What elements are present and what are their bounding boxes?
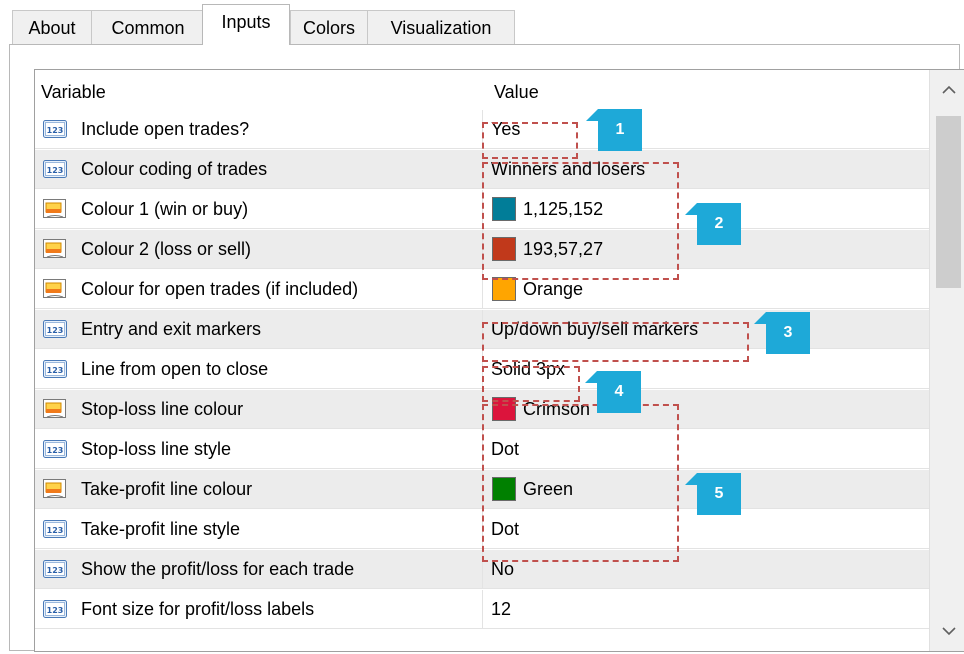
variable-label: Stop-loss line style [81, 439, 232, 459]
highlight-box-1 [482, 122, 578, 159]
grid-header: Variable Value [35, 70, 930, 110]
variable-cell[interactable]: 123 Stop-loss line style [35, 430, 482, 468]
table-row[interactable]: 123 Font size for profit/loss labels 12 [35, 590, 930, 629]
highlight-box-2 [482, 162, 679, 280]
callout-badge-1: 1 [586, 109, 642, 151]
svg-text:123: 123 [47, 126, 64, 135]
highlight-box-5 [482, 404, 679, 562]
scroll-down-icon[interactable] [930, 611, 964, 651]
color-param-icon [43, 478, 67, 500]
number-param-icon: 123 [43, 118, 67, 140]
variable-cell[interactable]: 123 Show the profit/loss for each trade [35, 550, 482, 588]
color-param-icon [43, 398, 67, 420]
scrollbar-thumb[interactable] [936, 116, 961, 288]
number-param-icon: 123 [43, 318, 67, 340]
variable-cell[interactable]: Colour 1 (win or buy) [35, 190, 482, 228]
variable-label: Show the profit/loss for each trade [81, 559, 355, 579]
number-param-icon: 123 [43, 158, 67, 180]
variable-label: Include open trades? [81, 119, 250, 139]
variable-label: Line from open to close [81, 359, 269, 379]
number-param-icon: 123 [43, 438, 67, 460]
column-header-variable[interactable]: Variable [41, 82, 106, 103]
svg-text:123: 123 [47, 606, 64, 615]
color-param-icon [43, 278, 67, 300]
value-text: Orange [523, 279, 584, 299]
variable-label: Font size for profit/loss labels [81, 599, 315, 619]
variable-cell[interactable]: Colour for open trades (if included) [35, 270, 482, 308]
variable-label: Entry and exit markers [81, 319, 262, 339]
value-text: No [491, 559, 515, 579]
svg-text:123: 123 [47, 526, 64, 535]
highlight-box-3 [482, 322, 749, 362]
svg-text:123: 123 [47, 566, 64, 575]
svg-text:123: 123 [47, 366, 64, 375]
variable-cell[interactable]: 123 Take-profit line style [35, 510, 482, 548]
variable-cell[interactable]: 123 Line from open to close [35, 350, 482, 388]
tab-common[interactable]: Common [91, 10, 205, 44]
callout-badge-5: 5 [685, 473, 741, 515]
variable-cell[interactable]: 123 Entry and exit markers [35, 310, 482, 348]
number-param-icon: 123 [43, 358, 67, 380]
number-param-icon: 123 [43, 518, 67, 540]
value-text: 12 [491, 599, 512, 619]
variable-cell[interactable]: 123 Colour coding of trades [35, 150, 482, 188]
variable-cell[interactable]: 123 Include open trades? [35, 110, 482, 148]
color-param-icon [43, 238, 67, 260]
variable-cell[interactable]: Stop-loss line colour [35, 390, 482, 428]
variable-label: Colour 2 (loss or sell) [81, 239, 252, 259]
tab-colors[interactable]: Colors [290, 10, 368, 44]
callout-badge-3: 3 [754, 312, 810, 354]
vertical-scrollbar[interactable] [929, 70, 964, 651]
tab-inputs[interactable]: Inputs [202, 4, 290, 45]
tab-visualization[interactable]: Visualization [367, 10, 515, 44]
value-cell[interactable]: 12 [482, 590, 930, 628]
variable-label: Stop-loss line colour [81, 399, 244, 419]
variable-label: Take-profit line colour [81, 479, 253, 499]
variable-cell[interactable]: Take-profit line colour [35, 470, 482, 508]
svg-text:123: 123 [47, 446, 64, 455]
variable-label: Take-profit line style [81, 519, 241, 539]
highlight-box-4 [482, 366, 580, 402]
color-swatch [492, 277, 516, 301]
svg-text:123: 123 [47, 326, 64, 335]
callout-badge-2: 2 [685, 203, 741, 245]
number-param-icon: 123 [43, 558, 67, 580]
variable-label: Colour for open trades (if included) [81, 279, 359, 299]
variable-cell[interactable]: Colour 2 (loss or sell) [35, 230, 482, 268]
callout-badge-4: 4 [585, 371, 641, 413]
variable-label: Colour 1 (win or buy) [81, 199, 249, 219]
variable-cell[interactable]: 123 Font size for profit/loss labels [35, 590, 482, 628]
variable-label: Colour coding of trades [81, 159, 268, 179]
number-param-icon: 123 [43, 598, 67, 620]
column-header-value[interactable]: Value [494, 82, 539, 103]
scroll-up-icon[interactable] [930, 70, 964, 110]
color-param-icon [43, 198, 67, 220]
tab-about[interactable]: About [12, 10, 92, 44]
svg-text:123: 123 [47, 166, 64, 175]
